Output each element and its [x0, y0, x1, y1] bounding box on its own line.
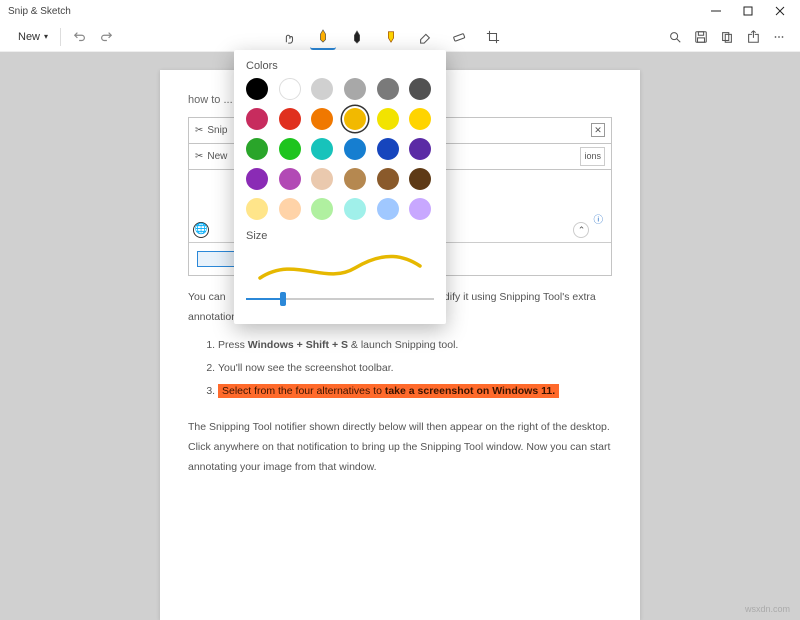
- color-swatch[interactable]: [377, 108, 399, 130]
- undo-button[interactable]: [67, 24, 93, 50]
- crop-button[interactable]: [480, 24, 506, 50]
- touch-writing-button[interactable]: [276, 24, 302, 50]
- snipbox-row1-label: Snip: [207, 121, 227, 140]
- color-swatch[interactable]: [409, 198, 431, 220]
- size-preview: [246, 248, 434, 288]
- watermark: wsxdn.com: [745, 604, 790, 614]
- color-swatch[interactable]: [344, 168, 366, 190]
- colors-heading: Colors: [246, 60, 434, 72]
- separator: [60, 28, 61, 46]
- color-swatch[interactable]: [344, 138, 366, 160]
- color-swatch[interactable]: [344, 78, 366, 100]
- pencil-button[interactable]: [344, 24, 370, 50]
- color-swatch[interactable]: [246, 78, 268, 100]
- share-button[interactable]: [740, 24, 766, 50]
- color-swatch[interactable]: [246, 198, 268, 220]
- new-snip-icon: ✂: [195, 147, 203, 166]
- snipbox-row2-badge: ions: [580, 147, 605, 166]
- color-swatch[interactable]: [377, 168, 399, 190]
- ruler-button[interactable]: [446, 24, 472, 50]
- color-swatch[interactable]: [246, 108, 268, 130]
- chevron-down-icon: ▾: [44, 32, 48, 41]
- close-x-icon: ✕: [591, 123, 605, 137]
- color-swatch[interactable]: [344, 108, 366, 130]
- color-swatch[interactable]: [409, 78, 431, 100]
- list-item: You'll now see the screenshot toolbar.: [218, 359, 612, 379]
- list-item: Press Windows + Shift + S & launch Snipp…: [218, 336, 612, 356]
- new-button[interactable]: New ▾: [8, 24, 54, 50]
- scissors-icon: ✂: [195, 121, 203, 140]
- snipbox-row2-label: New: [207, 147, 227, 166]
- color-swatch[interactable]: [409, 108, 431, 130]
- color-swatch[interactable]: [409, 138, 431, 160]
- chevron-up-icon: ⌃: [573, 222, 589, 238]
- more-button[interactable]: [766, 24, 792, 50]
- maximize-button[interactable]: [732, 0, 764, 22]
- steps-list: Press Windows + Shift + S & launch Snipp…: [188, 336, 612, 402]
- new-button-label: New: [18, 31, 40, 43]
- save-button[interactable]: [688, 24, 714, 50]
- color-swatch[interactable]: [279, 78, 301, 100]
- copy-button[interactable]: [714, 24, 740, 50]
- color-swatch[interactable]: [279, 198, 301, 220]
- color-swatch[interactable]: [246, 138, 268, 160]
- color-swatch[interactable]: [279, 108, 301, 130]
- close-button[interactable]: [764, 0, 796, 22]
- size-heading: Size: [246, 230, 434, 242]
- color-swatch[interactable]: [279, 168, 301, 190]
- help-icon: ⓘ: [593, 212, 603, 230]
- toolbar: New ▾: [0, 22, 800, 52]
- color-swatch[interactable]: [377, 198, 399, 220]
- titlebar: Snip & Sketch: [0, 0, 800, 22]
- color-swatches-grid: [246, 78, 434, 220]
- color-swatch[interactable]: [311, 198, 333, 220]
- list-item: Select from the four alternatives to tak…: [218, 382, 612, 402]
- ballpoint-pen-button[interactable]: [310, 24, 336, 50]
- redo-button[interactable]: [93, 24, 119, 50]
- color-swatch[interactable]: [279, 138, 301, 160]
- color-swatch[interactable]: [311, 108, 333, 130]
- eraser-button[interactable]: [412, 24, 438, 50]
- highlighter-button[interactable]: [378, 24, 404, 50]
- color-swatch[interactable]: [409, 168, 431, 190]
- color-swatch[interactable]: [377, 138, 399, 160]
- doc-para2: The Snipping Tool notifier shown directl…: [188, 418, 612, 478]
- color-swatch[interactable]: [311, 78, 333, 100]
- pen-color-popup: Colors Size: [234, 50, 446, 324]
- zoom-button[interactable]: [662, 24, 688, 50]
- color-swatch[interactable]: [311, 138, 333, 160]
- color-swatch[interactable]: [344, 198, 366, 220]
- color-swatch[interactable]: [311, 168, 333, 190]
- color-swatch[interactable]: [246, 168, 268, 190]
- slider-thumb[interactable]: [280, 292, 286, 306]
- snipbox-button-placeholder: [197, 251, 237, 267]
- minimize-button[interactable]: [700, 0, 732, 22]
- app-title: Snip & Sketch: [8, 6, 71, 17]
- globe-icon: 🌐: [193, 222, 209, 238]
- size-slider[interactable]: [246, 290, 434, 308]
- color-swatch[interactable]: [377, 78, 399, 100]
